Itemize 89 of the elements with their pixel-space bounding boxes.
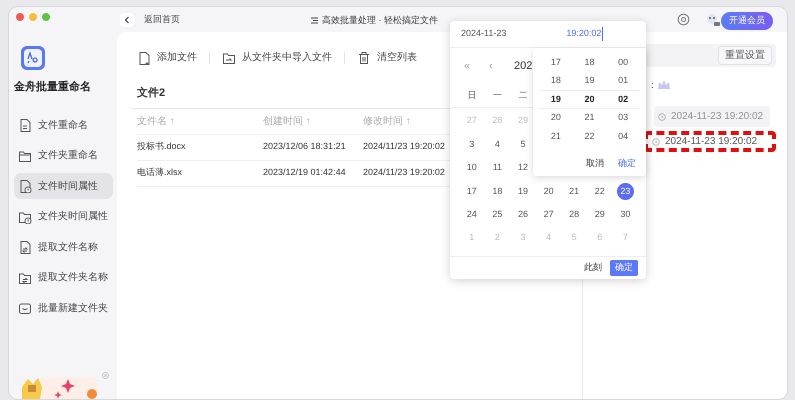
time-option[interactable]: 18 — [550, 74, 561, 88]
calendar-day[interactable]: 19 — [518, 184, 528, 198]
document-icon — [18, 118, 32, 132]
file-arrow-icon — [18, 240, 32, 254]
time-option[interactable]: 21 — [584, 111, 595, 124]
clock-icon — [652, 138, 660, 146]
reset-button[interactable]: 重置设置 — [718, 46, 772, 65]
label-text: : — [651, 78, 654, 92]
time-option[interactable]: 00 — [618, 56, 628, 69]
weekday-label: 二 — [518, 88, 528, 102]
sidebar-item[interactable]: 提取文件夹名称 — [14, 264, 113, 290]
time-option[interactable]: 03 — [618, 111, 628, 124]
app-name: 金舟批量重命名 — [14, 80, 92, 95]
now-button[interactable]: 此刻 — [584, 261, 602, 275]
window-title: 高效批量处理 · 轻松搞定文件 — [322, 14, 438, 27]
sidebar-item[interactable]: 提取文件名称 — [14, 234, 113, 260]
folder-import-icon — [222, 50, 236, 64]
table-cell-text: 电话薄.xlsx — [137, 166, 183, 180]
month-label: 202 — [514, 58, 532, 74]
time-option[interactable]: 20 — [550, 111, 561, 124]
time-option[interactable]: 19 — [584, 74, 595, 88]
calendar-day[interactable]: 11 — [492, 161, 502, 175]
calendar-day[interactable]: 12 — [518, 161, 528, 175]
vip-button[interactable]: 开通会员 — [721, 12, 773, 30]
confirm-link[interactable]: 确定 — [618, 157, 636, 171]
calendar-day[interactable]: 26 — [518, 208, 528, 222]
time-option[interactable]: 22 — [584, 130, 595, 143]
calendar-day[interactable]: 24 — [466, 208, 477, 222]
sidebar-item[interactable]: 文件时间属性 — [14, 173, 113, 199]
sidebar-item[interactable]: 文件夹时间属性 — [14, 204, 113, 230]
toolbar-button[interactable]: 清空列表 — [357, 50, 417, 65]
time-field[interactable]: 2024-11-23 19:20:02 — [644, 131, 776, 152]
menu-icon — [310, 17, 319, 24]
time-option[interactable]: 20 — [584, 92, 595, 106]
calendar-day[interactable]: 23 — [616, 182, 634, 200]
weekday-label: 一 — [492, 88, 502, 102]
table-cell-text: 2024/11/23 19:20:02 — [363, 140, 445, 154]
cancel-button[interactable]: 取消 — [586, 157, 604, 171]
calendar-day[interactable]: 29 — [594, 208, 605, 222]
table-cell-text: 2024/11/23 19:20:02 — [363, 166, 445, 180]
back-link[interactable]: 返回首页 — [144, 12, 180, 26]
table-cell-text: 2023/12/19 01:42:44 — [263, 166, 347, 180]
time-option[interactable]: 19 — [550, 92, 561, 106]
box-icon — [18, 301, 32, 315]
weekday-label: 日 — [467, 88, 476, 102]
add-file-icon — [137, 50, 151, 64]
table-cell-text: 2023/12/06 18:31:21 — [263, 140, 347, 154]
time-option[interactable]: 17 — [550, 56, 561, 69]
calendar-day[interactable]: 27 — [544, 208, 554, 222]
toolbar-button[interactable]: 添加文件 — [137, 50, 197, 65]
time-option[interactable]: 21 — [550, 130, 561, 143]
sidebar-item[interactable]: 文件重命名 — [14, 112, 113, 138]
clock-icon — [658, 112, 666, 120]
calendar-day[interactable]: 4 — [494, 138, 500, 152]
calendar-day[interactable]: 10 — [466, 161, 477, 175]
calendar-day[interactable]: 17 — [466, 184, 477, 198]
sidebar-item[interactable]: 文件夹重命名 — [14, 142, 113, 168]
file-clock-icon — [18, 179, 32, 193]
crown-icon — [656, 79, 671, 91]
list-title: 文件2 — [137, 87, 166, 99]
calendar-day[interactable]: 20 — [544, 184, 554, 198]
sidebar-item[interactable]: 批量新建文件夹 — [14, 295, 113, 321]
date-input[interactable]: 2024-11-23 — [461, 27, 506, 41]
back-button[interactable] — [120, 12, 134, 26]
toolbar-button[interactable]: 从文件夹中导入文件 — [222, 50, 332, 65]
folder-clock-icon — [18, 210, 32, 224]
calendar-day[interactable]: 3 — [469, 138, 474, 152]
calendar-day[interactable]: 28 — [569, 208, 580, 222]
calendar-day[interactable]: 25 — [492, 208, 502, 222]
calendar-day[interactable]: 22 — [594, 184, 605, 198]
table-cell-text: 投标书.docx — [137, 140, 187, 154]
calendar-day[interactable]: 18 — [492, 184, 502, 198]
folder-arrow-icon — [18, 270, 32, 284]
trash-icon — [357, 50, 371, 64]
time-option[interactable]: 02 — [618, 92, 628, 106]
chevron-left-icon — [124, 16, 130, 24]
calendar-day[interactable]: 30 — [620, 208, 630, 222]
settings-icon[interactable] — [677, 13, 690, 26]
time-option[interactable]: 01 — [618, 74, 628, 88]
time-option[interactable]: 18 — [584, 56, 595, 69]
time-input[interactable]: 19:20:02 — [566, 27, 604, 41]
app-logo-icon — [20, 45, 46, 71]
avatar-icon[interactable] — [705, 13, 720, 27]
close-icon — [102, 372, 109, 379]
time-option[interactable]: 04 — [618, 130, 628, 143]
folder-icon — [18, 148, 32, 162]
confirm-button[interactable]: 确定 — [610, 260, 638, 276]
calendar-day[interactable]: 5 — [520, 138, 526, 152]
calendar-day[interactable]: 21 — [569, 184, 580, 198]
